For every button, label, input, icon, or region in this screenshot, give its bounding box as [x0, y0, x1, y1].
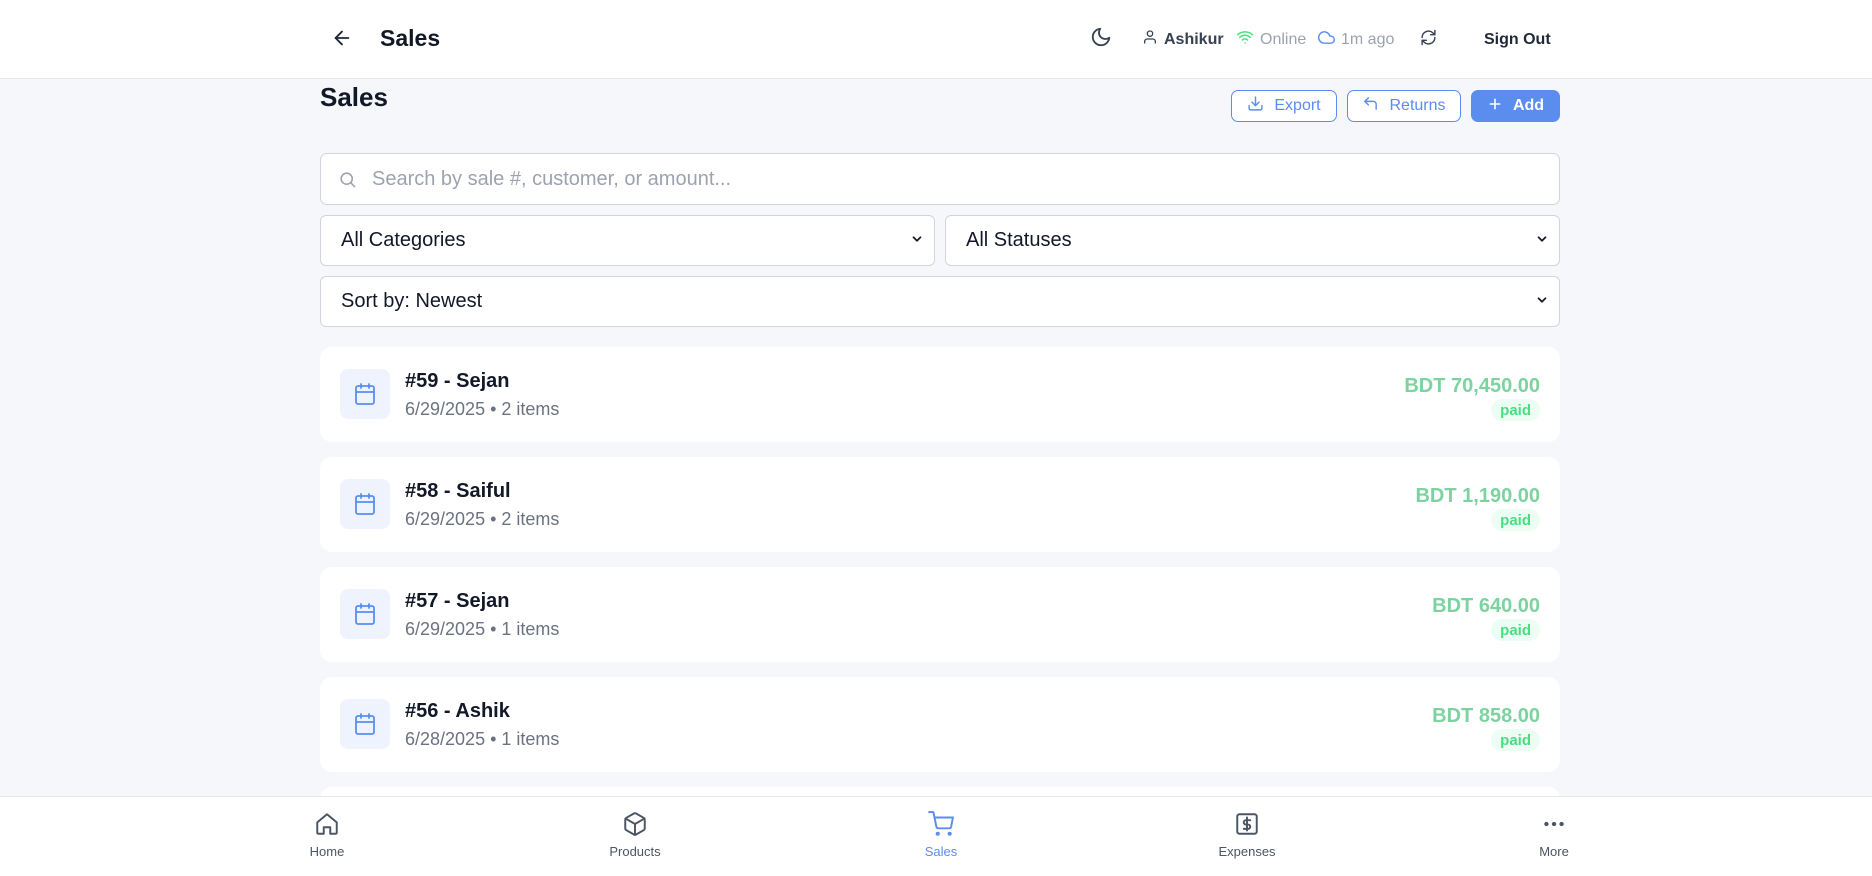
add-label: Add [1512, 97, 1545, 114]
undo-icon [1362, 95, 1379, 117]
status-select-value: All Statuses [966, 229, 1072, 251]
calendar-icon [340, 479, 390, 529]
header-title: Sales [380, 25, 441, 51]
nav-home[interactable]: Home [272, 811, 382, 859]
nav-sales-label: Sales [924, 844, 958, 859]
bottom-nav: Home Products Sales Expenses More [0, 796, 1872, 876]
moon-icon [1090, 26, 1112, 53]
download-icon [1247, 95, 1264, 117]
chevron-down-icon [1535, 290, 1549, 313]
status-badge: paid [1491, 399, 1540, 421]
nav-expenses[interactable]: Expenses [1192, 811, 1302, 859]
sync-status: 1m ago [1318, 0, 1394, 79]
export-button[interactable]: Export [1231, 90, 1337, 122]
theme-toggle-button[interactable] [1088, 0, 1114, 79]
dollar-receipt-icon [1234, 811, 1260, 840]
nav-home-label: Home [309, 844, 345, 859]
search-icon [336, 168, 358, 190]
sign-out-button[interactable]: Sign Out [1484, 0, 1551, 79]
calendar-icon [340, 589, 390, 639]
user-name: Ashikur [1164, 30, 1224, 48]
page-title: Sales [320, 82, 388, 112]
back-button[interactable] [326, 24, 358, 56]
sale-title: #57 - Sejan [405, 590, 510, 612]
calendar-icon [340, 699, 390, 749]
sale-amount: BDT 1,190.00 [1415, 485, 1540, 507]
sale-card[interactable]: #57 - Sejan 6/29/2025 • 1 items BDT 640.… [320, 567, 1560, 662]
wifi-icon [1236, 28, 1254, 51]
nav-sales[interactable]: Sales [886, 811, 996, 859]
top-bar: Sales Ashikur Online 1m ago Sign Out [0, 0, 1872, 79]
sale-card[interactable]: #58 - Saiful 6/29/2025 • 2 items BDT 1,1… [320, 457, 1560, 552]
status-badge: paid [1491, 729, 1540, 751]
sale-subtitle: 6/29/2025 • 2 items [405, 399, 560, 419]
home-icon [314, 811, 340, 840]
nav-more[interactable]: More [1499, 811, 1609, 859]
sale-title: #56 - Ashik [405, 700, 510, 722]
cloud-icon [1318, 29, 1335, 51]
sort-select-value: Sort by: Newest [341, 290, 483, 312]
status-select[interactable]: All Statuses [945, 215, 1560, 266]
sale-amount: BDT 858.00 [1432, 705, 1540, 727]
nav-products[interactable]: Products [580, 811, 690, 859]
connection-status: Online [1236, 0, 1306, 79]
search-box [320, 153, 1560, 205]
user-icon [1142, 29, 1158, 50]
user-indicator: Ashikur [1142, 0, 1224, 79]
chevron-down-icon [1535, 229, 1549, 252]
arrow-left-icon [331, 27, 353, 54]
sale-subtitle: 6/29/2025 • 2 items [405, 509, 560, 529]
returns-button[interactable]: Returns [1347, 90, 1461, 122]
more-icon [1541, 811, 1567, 840]
sale-subtitle: 6/29/2025 • 1 items [405, 619, 560, 639]
sync-label: 1m ago [1341, 30, 1395, 48]
nav-more-label: More [1539, 844, 1569, 859]
status-badge: paid [1491, 619, 1540, 641]
sale-amount: BDT 70,450.00 [1404, 375, 1540, 397]
chevron-down-icon [910, 229, 924, 252]
sale-subtitle: 6/28/2025 • 1 items [405, 729, 560, 749]
nav-products-label: Products [609, 844, 661, 859]
box-icon [622, 811, 648, 840]
returns-label: Returns [1389, 97, 1446, 114]
sort-select[interactable]: Sort by: Newest [320, 276, 1560, 327]
sale-title: #58 - Saiful [405, 480, 511, 502]
sale-amount: BDT 640.00 [1432, 595, 1540, 617]
plus-icon [1487, 96, 1503, 117]
calendar-icon [340, 369, 390, 419]
connection-label: Online [1260, 30, 1307, 48]
sale-card[interactable]: #59 - Sejan 6/29/2025 • 2 items BDT 70,4… [320, 347, 1560, 442]
sale-title: #59 - Sejan [405, 370, 510, 392]
refresh-button[interactable] [1416, 0, 1440, 79]
export-label: Export [1274, 97, 1321, 114]
refresh-icon [1420, 29, 1437, 51]
cart-icon [928, 811, 954, 840]
category-select[interactable]: All Categories [320, 215, 935, 266]
search-input[interactable] [372, 167, 1522, 191]
sale-card[interactable]: #56 - Ashik 6/28/2025 • 1 items BDT 858.… [320, 677, 1560, 772]
status-badge: paid [1491, 509, 1540, 531]
category-select-value: All Categories [341, 229, 466, 251]
add-sale-button[interactable]: Add [1471, 90, 1560, 122]
nav-expenses-label: Expenses [1218, 844, 1276, 859]
